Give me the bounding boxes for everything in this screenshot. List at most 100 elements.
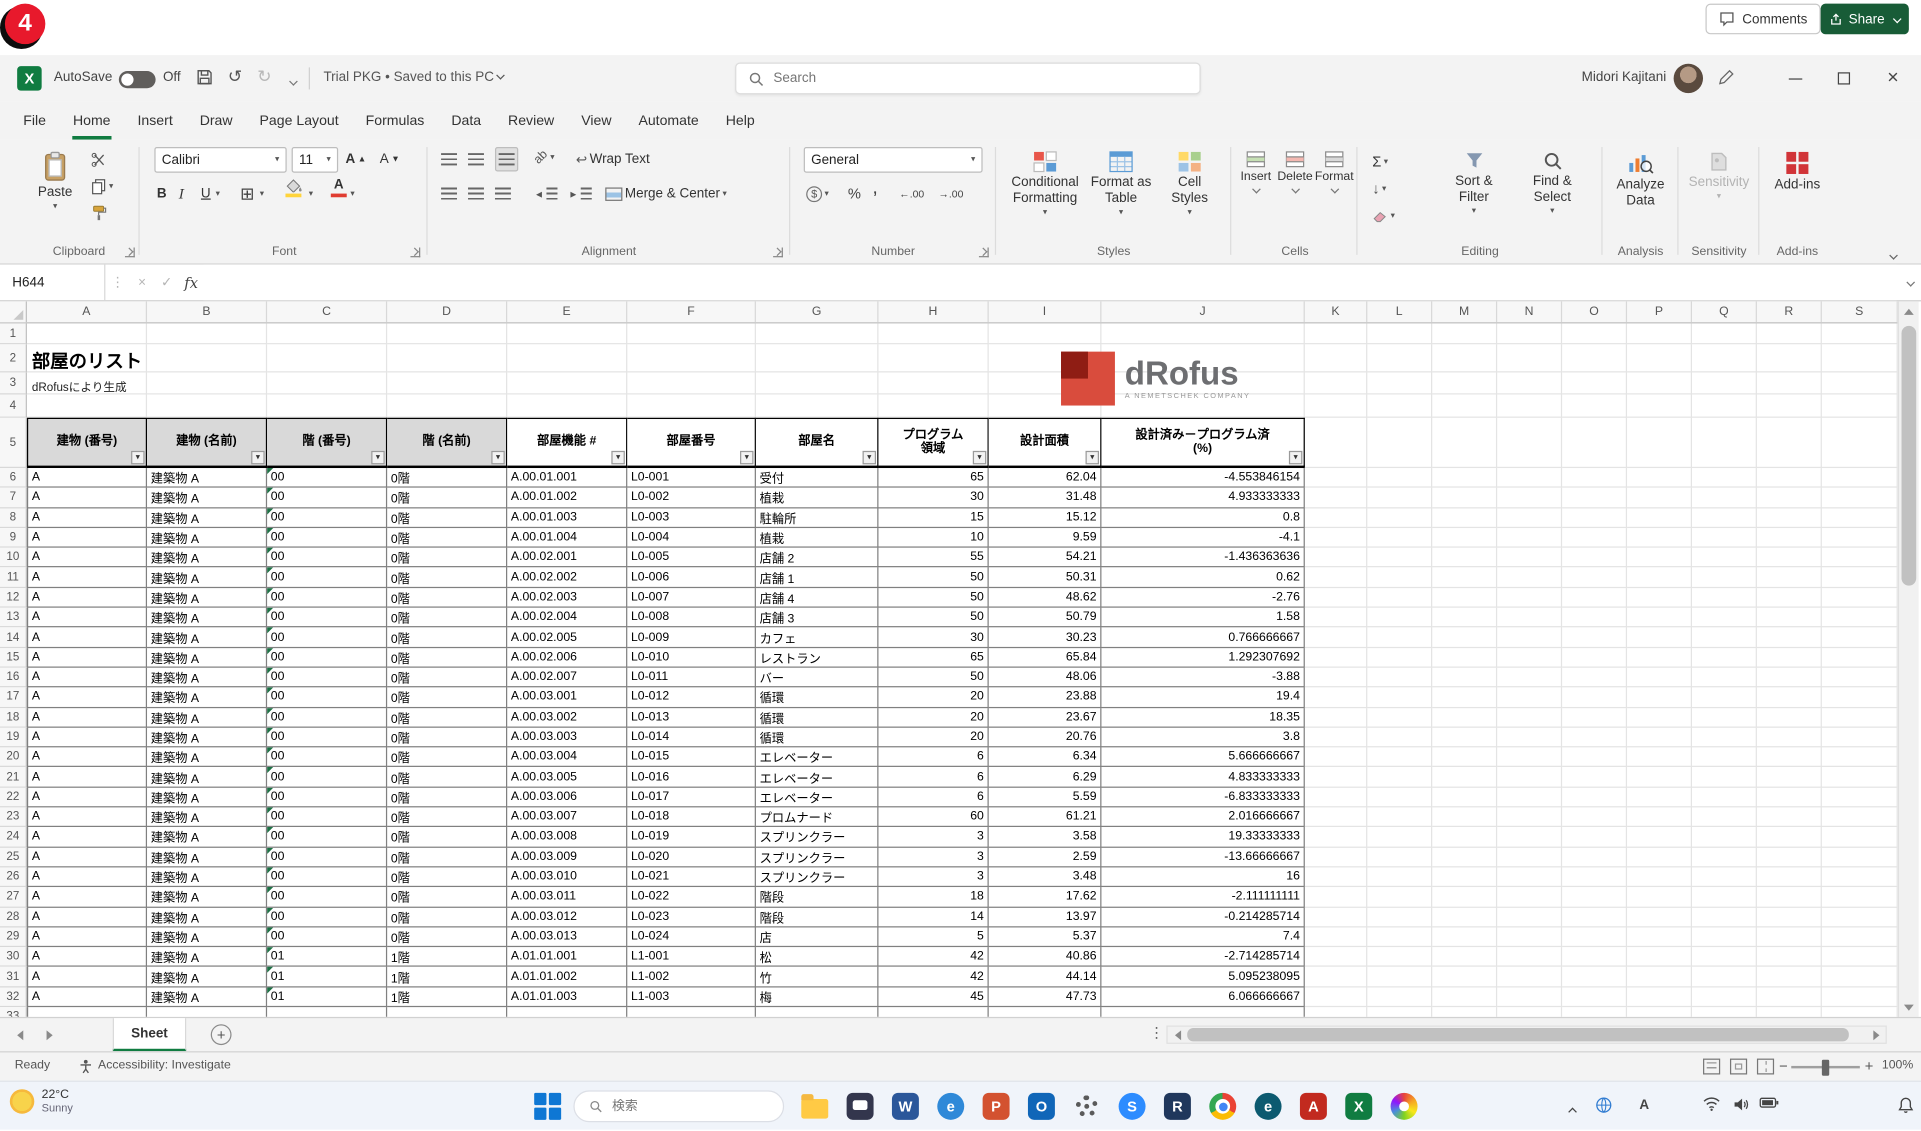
save-button[interactable] — [196, 69, 213, 90]
cell-E15[interactable]: A.00.02.006 — [507, 648, 627, 668]
cell-G26[interactable]: スプリンクラー — [756, 867, 879, 887]
cell-D13[interactable]: 0階 — [387, 608, 507, 628]
cell-A14[interactable]: A — [27, 628, 147, 648]
cell-B4[interactable] — [147, 395, 267, 418]
cell-B13[interactable]: 建築物 A — [147, 608, 267, 628]
format-painter-button[interactable] — [91, 201, 107, 226]
cell-E16[interactable]: A.00.02.007 — [507, 668, 627, 688]
cell-G17[interactable]: 循環 — [756, 688, 879, 708]
redo-button[interactable]: ↻ — [257, 66, 271, 87]
cell-J10[interactable]: -1.436363636 — [1101, 548, 1304, 568]
cell-B8[interactable]: 建築物 A — [147, 508, 267, 528]
cell-G24[interactable]: スプリンクラー — [756, 827, 879, 847]
comments-button[interactable]: Comments — [1705, 4, 1820, 35]
cell-I13[interactable]: 50.79 — [989, 608, 1102, 628]
cell-H30[interactable]: 42 — [878, 947, 988, 967]
cell-G6[interactable]: 受付 — [756, 468, 879, 488]
cell-B24[interactable]: 建築物 A — [147, 827, 267, 847]
cell-O31[interactable] — [1562, 967, 1627, 987]
accessibility-status[interactable]: Accessibility: Investigate — [98, 1059, 231, 1072]
menu-home[interactable]: Home — [59, 102, 124, 140]
cell-C13[interactable]: 00 — [267, 608, 387, 628]
filter-button[interactable]: ▾ — [611, 451, 624, 464]
cell-E31[interactable]: A.01.01.002 — [507, 967, 627, 987]
cell-O16[interactable] — [1562, 668, 1627, 688]
column-header-K[interactable]: K — [1305, 301, 1367, 322]
cell-B17[interactable]: 建築物 A — [147, 688, 267, 708]
tray-expand-chevron[interactable] — [1566, 1101, 1576, 1123]
cell-H19[interactable]: 20 — [878, 728, 988, 748]
cell-E1[interactable] — [507, 323, 627, 344]
cell-J14[interactable]: 0.766666667 — [1101, 628, 1304, 648]
cell-M6[interactable] — [1432, 468, 1497, 488]
cell-L10[interactable] — [1367, 548, 1432, 568]
cell-D7[interactable]: 0階 — [387, 488, 507, 508]
cell-D30[interactable]: 1階 — [387, 947, 507, 967]
cell-A26[interactable]: A — [27, 867, 147, 887]
cell-P24[interactable] — [1627, 827, 1692, 847]
cell-L20[interactable] — [1367, 748, 1432, 768]
cell-C29[interactable]: 00 — [267, 927, 387, 947]
search-bar[interactable] — [735, 62, 1201, 94]
font-color-dropdown[interactable]: ▾ — [350, 181, 354, 206]
cell-K29[interactable] — [1305, 927, 1367, 947]
cell-N3[interactable] — [1497, 372, 1562, 394]
taskbar-app-photos[interactable] — [1388, 1090, 1420, 1122]
cell-C31[interactable]: 01 — [267, 967, 387, 987]
cell-S13[interactable] — [1822, 608, 1898, 628]
cell-K16[interactable] — [1305, 668, 1367, 688]
cell-F21[interactable]: L0-016 — [627, 768, 756, 788]
cell-Q32[interactable] — [1692, 987, 1757, 1007]
cell-Q4[interactable] — [1692, 395, 1757, 418]
comma-style-button[interactable]: , — [872, 176, 877, 201]
cell-M7[interactable] — [1432, 488, 1497, 508]
cell-O32[interactable] — [1562, 987, 1627, 1007]
cell-O30[interactable] — [1562, 947, 1627, 967]
cell-B28[interactable]: 建築物 A — [147, 907, 267, 927]
cell-S28[interactable] — [1822, 907, 1898, 927]
cell-P4[interactable] — [1627, 395, 1692, 418]
cell-H24[interactable]: 3 — [878, 827, 988, 847]
cell-R4[interactable] — [1757, 395, 1822, 418]
cell-J6[interactable]: -4.553846154 — [1101, 468, 1304, 488]
cell-A31[interactable]: A — [27, 967, 147, 987]
cell-Q25[interactable] — [1692, 847, 1757, 867]
row-header-17[interactable]: 17 — [0, 688, 27, 708]
cell-E23[interactable]: A.00.03.007 — [507, 807, 627, 827]
cell-R24[interactable] — [1757, 827, 1822, 847]
cell-G29[interactable]: 店 — [756, 927, 879, 947]
cell-G16[interactable]: バー — [756, 668, 879, 688]
cell-I8[interactable]: 15.12 — [989, 508, 1102, 528]
cell-P8[interactable] — [1627, 508, 1692, 528]
cell-B15[interactable]: 建築物 A — [147, 648, 267, 668]
cell-M4[interactable] — [1432, 395, 1497, 418]
cell-D16[interactable]: 0階 — [387, 668, 507, 688]
font-dialog-launcher[interactable] — [410, 247, 420, 257]
cell-G27[interactable]: 階段 — [756, 887, 879, 907]
cell-M24[interactable] — [1432, 827, 1497, 847]
cell-L21[interactable] — [1367, 768, 1432, 788]
cell-F33[interactable] — [627, 1007, 756, 1017]
cell-F24[interactable]: L0-019 — [627, 827, 756, 847]
row-header-3[interactable]: 3 — [0, 372, 27, 394]
cell-O21[interactable] — [1562, 768, 1627, 788]
kebab-icon[interactable]: ⋮ — [1149, 1024, 1164, 1041]
cell-H27[interactable]: 18 — [878, 887, 988, 907]
cell-L1[interactable] — [1367, 323, 1432, 344]
cell-A10[interactable]: A — [27, 548, 147, 568]
scroll-up-arrow[interactable] — [1899, 301, 1919, 321]
cell-L29[interactable] — [1367, 927, 1432, 947]
cell-A5[interactable]: 建物 (番号)▾ — [27, 418, 147, 468]
cell-K12[interactable] — [1305, 588, 1367, 608]
number-format-select[interactable]: General▾ — [804, 147, 983, 173]
cell-F32[interactable]: L1-003 — [627, 987, 756, 1007]
cell-R22[interactable] — [1757, 787, 1822, 807]
cell-I24[interactable]: 3.58 — [989, 827, 1102, 847]
cell-M19[interactable] — [1432, 728, 1497, 748]
cell-N27[interactable] — [1497, 887, 1562, 907]
cell-E27[interactable]: A.00.03.011 — [507, 887, 627, 907]
cell-F30[interactable]: L1-001 — [627, 947, 756, 967]
cell-H17[interactable]: 20 — [878, 688, 988, 708]
cell-J29[interactable]: 7.4 — [1101, 927, 1304, 947]
cell-D22[interactable]: 0階 — [387, 787, 507, 807]
